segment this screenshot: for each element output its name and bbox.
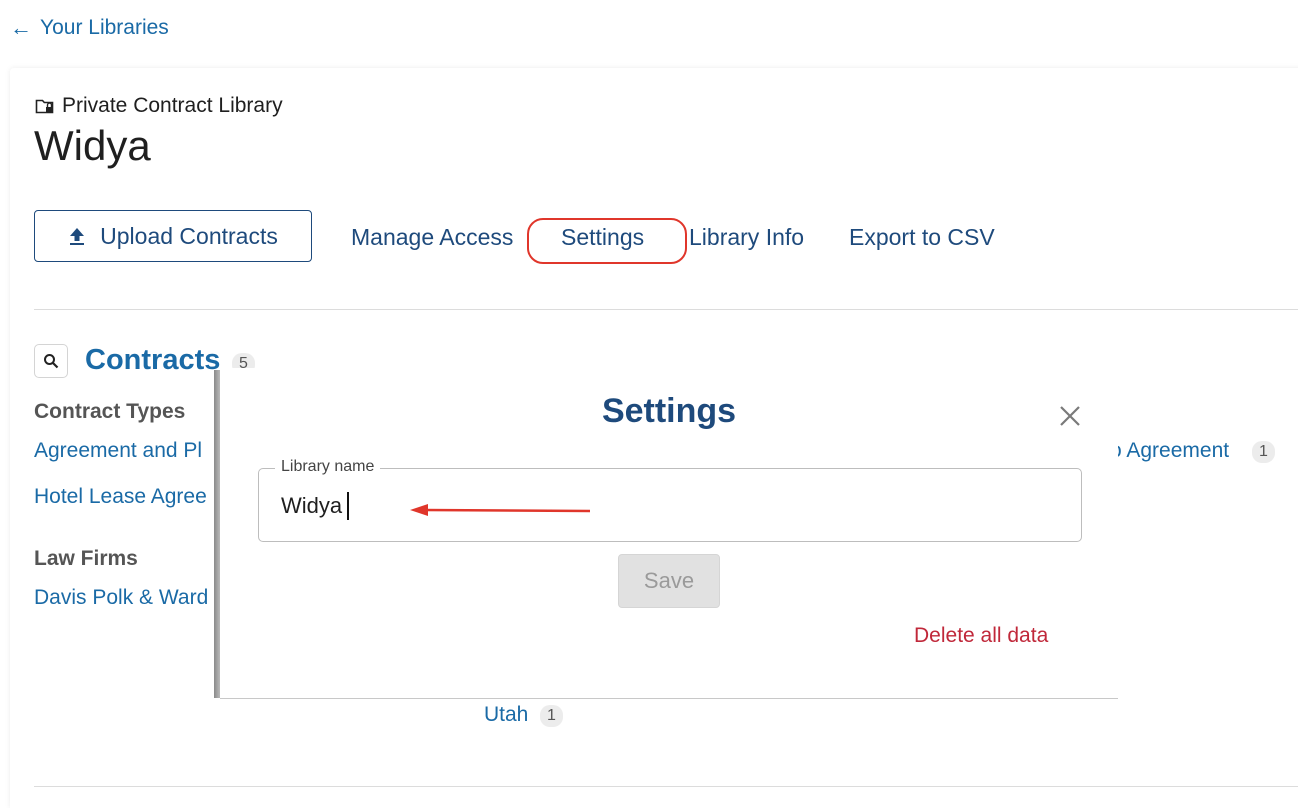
library-type: Private Contract Library: [35, 94, 283, 118]
export-csv-link[interactable]: Export to CSV: [849, 224, 995, 251]
library-name-label: Library name: [275, 458, 381, 476]
text-caret: [347, 492, 349, 520]
library-name-field: Library name: [258, 458, 1082, 542]
library-name-input[interactable]: [281, 489, 1041, 523]
save-button[interactable]: Save: [618, 554, 720, 608]
lock-folder-icon: [35, 99, 54, 114]
law-firms-heading: Law Firms: [34, 547, 138, 570]
top-divider: [34, 309, 1298, 310]
library-type-label: Private Contract Library: [62, 94, 283, 117]
library-info-link[interactable]: Library Info: [689, 224, 804, 251]
search-contracts-button[interactable]: [34, 344, 68, 378]
contract-types-heading: Contract Types: [34, 400, 186, 423]
contract-type-item[interactable]: Agreement and Pl: [34, 439, 202, 463]
state-count-badge: 1: [540, 705, 563, 727]
close-icon[interactable]: [1058, 404, 1082, 428]
contracts-heading: Contracts: [85, 344, 221, 376]
contract-type-item[interactable]: o Agreement: [1110, 439, 1229, 463]
contract-type-item[interactable]: Hotel Lease Agree: [34, 485, 207, 509]
settings-modal: Settings Library name Save Delete all da…: [220, 368, 1118, 699]
contract-type-count-badge: 1: [1252, 441, 1275, 463]
bottom-divider: [34, 786, 1298, 787]
settings-highlight-circle: [527, 218, 687, 264]
upload-contracts-label: Upload Contracts: [100, 222, 278, 249]
library-title: Widya: [34, 122, 151, 169]
upload-contracts-button[interactable]: Upload Contracts: [34, 210, 312, 262]
state-item[interactable]: Utah: [484, 703, 528, 727]
red-annotation-arrow: [410, 504, 591, 516]
back-to-libraries-link[interactable]: ← Your Libraries: [10, 16, 169, 40]
delete-all-data-link[interactable]: Delete all data: [914, 624, 1048, 648]
manage-access-link[interactable]: Manage Access: [351, 224, 513, 251]
modal-title: Settings: [601, 392, 737, 430]
search-icon: [44, 354, 59, 369]
arrow-left-icon: ←: [10, 15, 32, 40]
law-firm-item[interactable]: Davis Polk & Ward: [34, 586, 208, 610]
back-link-label: Your Libraries: [40, 16, 169, 39]
upload-icon: [70, 228, 85, 245]
